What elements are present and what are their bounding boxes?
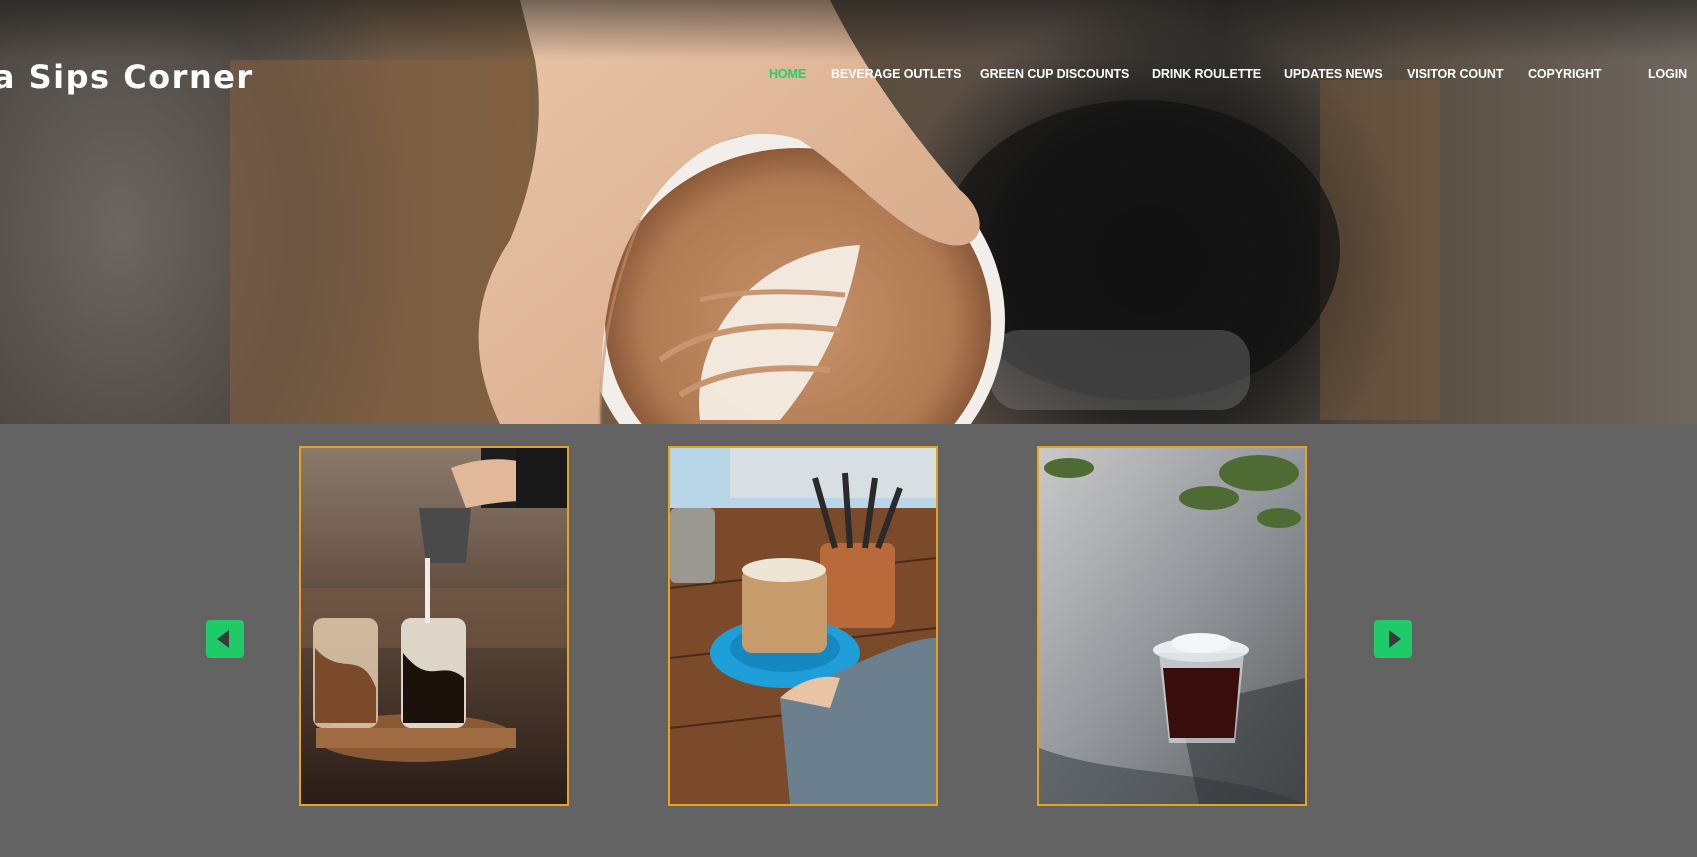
triangle-left-icon	[217, 630, 229, 648]
carousel-next-button[interactable]	[1374, 620, 1412, 658]
nav-visitor-count[interactable]: VISITOR COUNT	[1407, 67, 1504, 81]
hero-banner: ma Sips Corner HOME BEVERAGE OUTLETS GRE…	[0, 0, 1697, 424]
carousel-prev-button[interactable]	[206, 620, 244, 658]
nav-login[interactable]: LOGIN	[1648, 67, 1687, 81]
carousel-card-2[interactable]	[668, 446, 938, 806]
nav-green-cup-discounts[interactable]: GREEN CUP DISCOUNTS	[980, 67, 1129, 81]
iced-coffee-image	[301, 448, 567, 804]
hero-overlay	[0, 0, 1697, 60]
triangle-right-icon	[1389, 630, 1401, 648]
nav-updates-news[interactable]: UPDATES NEWS	[1284, 67, 1383, 81]
hero-image	[230, 0, 1440, 424]
nav-beverage-outlets[interactable]: BEVERAGE OUTLETS	[831, 67, 961, 81]
nav-drink-roulette[interactable]: DRINK ROULETTE	[1152, 67, 1261, 81]
iced-latte-image	[670, 448, 936, 804]
nav-copyright[interactable]: COPYRIGHT	[1528, 67, 1602, 81]
nav-home[interactable]: HOME	[769, 67, 806, 81]
drink-carousel	[0, 424, 1697, 857]
carousel-card-3[interactable]	[1037, 446, 1307, 806]
site-title[interactable]: ma Sips Corner	[0, 58, 254, 96]
iced-americano-image	[1039, 448, 1305, 804]
carousel-card-1[interactable]	[299, 446, 569, 806]
